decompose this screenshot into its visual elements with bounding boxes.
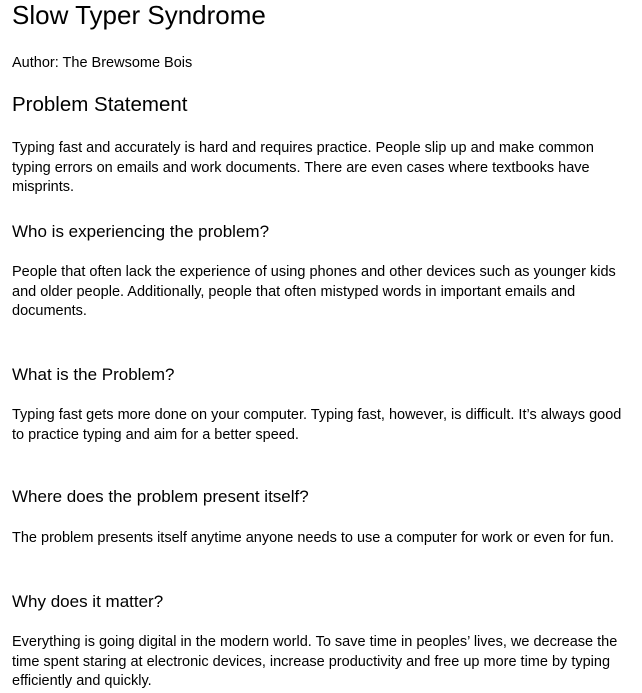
section-text-where: The problem presents itself anytime anyo… [12, 530, 615, 546]
section-heading-what: What is the Problem? [12, 365, 175, 384]
section-heading-why: Why does it matter? [12, 592, 164, 611]
section-heading-who: Who is experiencing the problem? [12, 222, 270, 241]
section-heading-where: Where does the problem present itself? [12, 487, 309, 506]
problem-statement-heading: Problem Statement [12, 93, 188, 116]
document-title: Slow Typer Syndrome [12, 0, 266, 30]
author-line: Author: The Brewsome Bois [12, 55, 193, 71]
section-text-why: Everything is going digital in the moder… [12, 634, 618, 689]
problem-statement-text: Typing fast and accurately is hard and r… [12, 140, 594, 195]
section-text-what: Typing fast gets more done on your compu… [12, 407, 622, 443]
section-text-who: People that often lack the experience of… [12, 264, 616, 319]
